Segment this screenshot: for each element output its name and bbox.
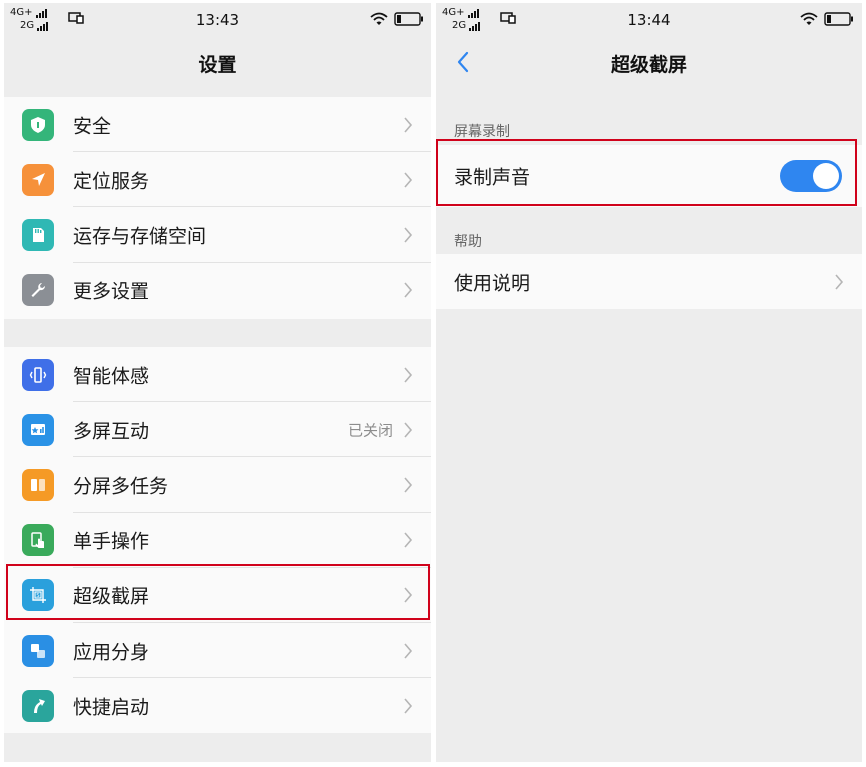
page-title: 超级截屏 <box>610 54 687 76</box>
section-header-help: 帮助 <box>454 234 482 250</box>
settings-item-security[interactable]: 安全 <box>4 97 431 153</box>
one-hand-icon <box>22 524 54 557</box>
wrench-icon <box>22 274 54 307</box>
battery-icon <box>394 12 423 26</box>
settings-item-label: 运存与存储空间 <box>73 225 207 248</box>
settings-screen: 4G+ 2G 13:43 设置 安全 定位服务 运存与存储空间 更多设置 智能体… <box>4 3 431 762</box>
phone-vibrate-icon <box>22 358 54 391</box>
settings-group-security: 安全 定位服务 运存与存储空间 更多设置 <box>4 97 431 319</box>
battery-icon <box>824 12 853 26</box>
super-screenshot-screen: 4G+ 2G 13:44 超级截屏 屏幕录制 录制声音 帮助 使用说明 <box>436 3 862 762</box>
page-title: 设置 <box>198 54 237 76</box>
usage-instructions-label: 使用说明 <box>454 272 531 294</box>
settings-item-one-hand[interactable]: 单手操作 <box>4 513 431 568</box>
chevron-right-icon <box>404 477 413 493</box>
app-clone-icon <box>22 634 54 667</box>
chevron-right-icon <box>404 587 413 603</box>
settings-item-more-settings[interactable]: 更多设置 <box>4 263 431 318</box>
multi-screen-status: 已关闭 <box>347 421 393 440</box>
record-audio-row: 录制声音 <box>436 145 862 207</box>
usage-instructions-item[interactable]: 使用说明 <box>436 254 862 309</box>
settings-item-label: 更多设置 <box>73 280 150 303</box>
chevron-right-icon <box>404 117 413 133</box>
chevron-right-icon <box>404 282 413 298</box>
section-header-screen-record: 屏幕录制 <box>454 124 510 140</box>
chevron-right-icon <box>404 643 413 659</box>
chevron-right-icon <box>404 227 413 243</box>
quick-launch-icon <box>22 689 54 722</box>
screenshot-icon: S <box>22 579 54 612</box>
settings-item-quick-launch[interactable]: 快捷启动 <box>4 678 431 733</box>
wifi-icon <box>370 12 388 25</box>
settings-item-label: 安全 <box>73 115 112 138</box>
chevron-right-icon <box>404 367 413 383</box>
location-arrow-icon <box>22 163 54 196</box>
settings-item-location[interactable]: 定位服务 <box>4 152 431 208</box>
multi-screen-icon <box>22 413 54 446</box>
chevron-right-icon <box>835 273 844 290</box>
record-audio-toggle[interactable] <box>780 160 842 192</box>
chevron-right-icon <box>404 698 413 714</box>
toggle-knob <box>813 163 839 189</box>
settings-item-label: 快捷启动 <box>73 696 150 719</box>
clock: 13:44 <box>627 11 671 29</box>
settings-item-label: 单手操作 <box>73 530 150 553</box>
settings-item-app-clone[interactable]: 应用分身 <box>4 623 431 679</box>
settings-item-label: 分屏多任务 <box>73 475 169 498</box>
settings-item-split-screen[interactable]: 分屏多任务 <box>4 457 431 513</box>
shield-icon <box>22 108 54 141</box>
svg-text:S: S <box>36 593 39 599</box>
wifi-icon <box>800 12 818 25</box>
settings-item-smart-motion[interactable]: 智能体感 <box>4 347 431 403</box>
chevron-right-icon <box>404 172 413 188</box>
settings-item-multi-screen[interactable]: 多屏互动 已关闭 <box>4 402 431 458</box>
settings-group-features: 智能体感 多屏互动 已关闭 分屏多任务 单手操作 S 超级截屏 应用分身 快捷启… <box>4 347 431 733</box>
status-bar: 4G+ 2G 13:43 <box>4 3 431 35</box>
settings-item-label: 超级截屏 <box>73 585 150 608</box>
chevron-right-icon <box>404 422 413 438</box>
settings-item-label: 多屏互动 <box>73 420 150 443</box>
header: 设置 <box>4 35 431 89</box>
settings-item-storage[interactable]: 运存与存储空间 <box>4 207 431 263</box>
record-audio-label: 录制声音 <box>454 166 531 189</box>
status-bar: 4G+ 2G 13:44 <box>436 3 862 35</box>
chevron-right-icon <box>404 532 413 548</box>
header: 超级截屏 <box>436 35 862 89</box>
settings-item-label: 定位服务 <box>73 170 150 193</box>
settings-item-label: 智能体感 <box>73 365 150 388</box>
split-screen-icon <box>22 468 54 501</box>
sd-card-icon <box>22 218 54 251</box>
clock: 13:43 <box>195 11 240 29</box>
settings-item-label: 应用分身 <box>73 641 150 664</box>
settings-item-super-screenshot[interactable]: S 超级截屏 <box>4 568 431 623</box>
